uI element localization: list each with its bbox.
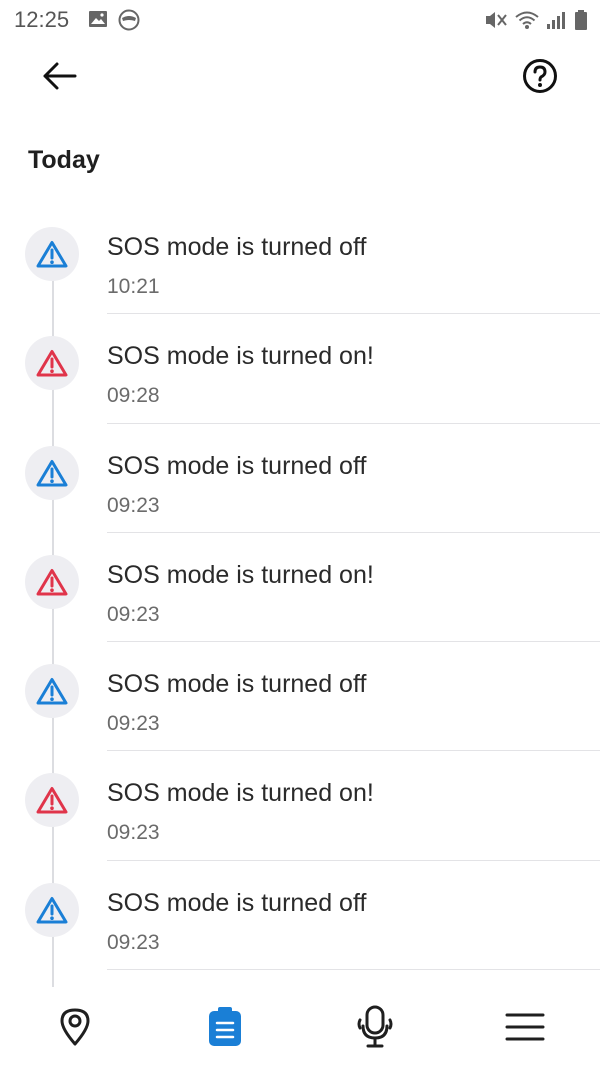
image-icon (88, 9, 108, 36)
event-icon-badge (25, 445, 79, 500)
menu-icon (505, 1013, 545, 1041)
event-time: 09:28 (107, 384, 160, 408)
status-bar: 12:25 (0, 0, 600, 40)
warning-triangle-icon (36, 787, 68, 814)
nav-menu[interactable] (450, 987, 600, 1067)
arrow-left-icon (41, 61, 79, 96)
help-button[interactable] (518, 56, 562, 100)
event-title: SOS mode is turned on! (107, 342, 374, 371)
event-icon-badge (25, 664, 79, 719)
event-item-1[interactable]: SOS mode is turned on! 09:28 (0, 314, 600, 424)
clipboard-icon (209, 1007, 241, 1046)
event-title: SOS mode is turned off (107, 233, 367, 261)
nav-history[interactable] (150, 987, 300, 1067)
help-circle-icon (522, 58, 558, 99)
warning-triangle-icon (36, 896, 68, 924)
event-icon-badge (25, 336, 79, 391)
event-icon-badge (25, 882, 79, 937)
section-title: Today (28, 146, 100, 174)
event-item-2[interactable]: SOS mode is turned off 09:23 (0, 424, 600, 533)
event-item-4[interactable]: SOS mode is turned off 09:23 (0, 642, 600, 752)
nav-microphone[interactable] (300, 987, 450, 1067)
signal-icon (546, 9, 568, 36)
event-icon-badge (25, 554, 79, 609)
warning-triangle-icon (36, 350, 68, 377)
battery-icon (574, 9, 588, 36)
status-right-icons (484, 9, 588, 36)
wifi-icon (514, 9, 540, 36)
event-list: SOS mode is turned off 10:21 SOS mode is… (0, 205, 600, 971)
nav-location[interactable] (0, 987, 150, 1067)
microphone-icon (357, 1005, 393, 1048)
event-icon-badge (25, 227, 79, 281)
warning-triangle-icon (36, 241, 68, 268)
warning-triangle-icon (36, 678, 68, 705)
event-item-6[interactable]: SOS mode is turned off 09:23 (0, 861, 600, 971)
event-time: 10:21 (107, 275, 160, 298)
event-item-5[interactable]: SOS mode is turned on! 09:23 (0, 751, 600, 861)
event-item-3[interactable]: SOS mode is turned on! 09:23 (0, 533, 600, 643)
mask-icon (118, 9, 140, 36)
event-time: 09:23 (107, 712, 160, 736)
event-title: SOS mode is turned on! (107, 560, 374, 589)
warning-triangle-icon (36, 568, 68, 596)
status-time: 12:25 (14, 7, 70, 32)
event-divider (107, 969, 600, 971)
event-title: SOS mode is turned off (107, 670, 367, 699)
vibrate-mute-icon (484, 9, 508, 36)
status-left-icons (88, 9, 140, 36)
event-title: SOS mode is turned off (107, 888, 367, 917)
event-time: 09:23 (107, 821, 160, 845)
event-item-0[interactable]: SOS mode is turned off 10:21 (0, 205, 600, 315)
app-bar (0, 40, 600, 116)
event-time: 09:23 (107, 930, 160, 954)
event-title: SOS mode is turned on! (107, 779, 374, 808)
event-title: SOS mode is turned off (107, 451, 367, 480)
back-button[interactable] (38, 56, 82, 100)
bottom-nav (0, 987, 600, 1067)
warning-triangle-icon (36, 459, 68, 487)
event-icon-badge (25, 773, 79, 828)
event-time: 09:23 (107, 493, 160, 517)
location-pin-icon (60, 1008, 90, 1046)
event-time: 09:23 (107, 602, 160, 626)
